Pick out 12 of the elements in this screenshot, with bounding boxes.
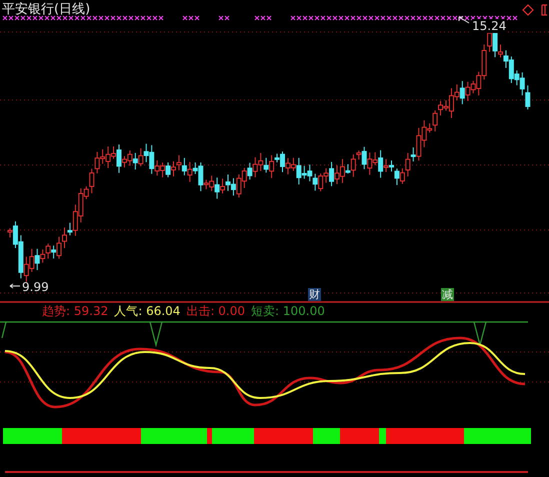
high-price-label: 15.24: [472, 19, 506, 33]
indicator-value: 趋势: 59.32: [42, 304, 108, 318]
diamond-icon: [522, 4, 534, 16]
indicator-value: 出击: 0.00: [186, 304, 246, 318]
event-marker: 减: [441, 288, 454, 301]
event-marker: 财: [308, 288, 321, 301]
chart-title: 平安银行(日线): [2, 2, 90, 17]
arrow-icon: [9, 283, 21, 289]
low-price-label: 9.99: [22, 280, 49, 294]
indicator-value: 短卖: 100.00: [251, 304, 325, 318]
indicator-value: 人气: 66.04: [114, 304, 180, 318]
arrow-icon: [458, 16, 470, 24]
